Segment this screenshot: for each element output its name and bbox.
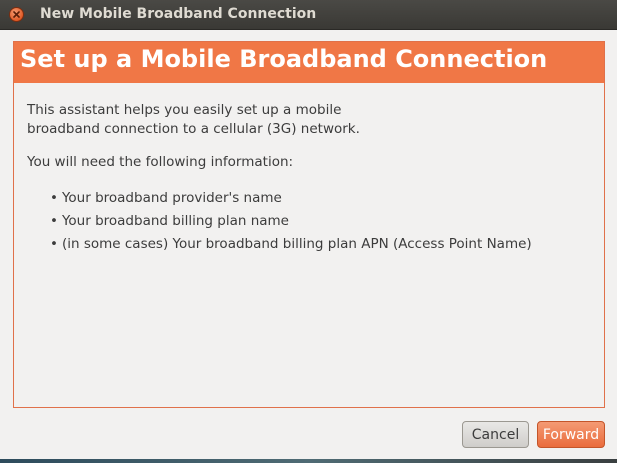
page-title: Set up a Mobile Broadband Connection bbox=[20, 45, 548, 73]
list-item-text: Your broadband provider's name bbox=[61, 190, 282, 206]
info-heading: You will need the following information: bbox=[27, 154, 294, 170]
intro-line-2: broadband connection to a cellular (3G) … bbox=[27, 121, 360, 137]
page-banner: Set up a Mobile Broadband Connection bbox=[14, 42, 604, 83]
list-item-text: Your broadband billing plan name bbox=[61, 213, 289, 229]
bullet-icon: • bbox=[50, 213, 58, 229]
list-item: • (in some cases) Your broadband billing … bbox=[50, 235, 532, 253]
bullet-icon: • bbox=[50, 236, 58, 252]
assistant-page: Set up a Mobile Broadband Connection Thi… bbox=[13, 41, 605, 408]
close-button[interactable] bbox=[9, 7, 24, 22]
close-icon bbox=[13, 11, 20, 18]
window-title: New Mobile Broadband Connection bbox=[40, 6, 317, 22]
bullet-icon: • bbox=[50, 190, 58, 206]
intro-line-1: This assistant helps you easily set up a… bbox=[27, 102, 342, 118]
list-item: • Your broadband billing plan name bbox=[50, 212, 289, 230]
list-item-text: (in some cases) Your broadband billing p… bbox=[61, 236, 532, 252]
desktop-background-strip bbox=[0, 459, 617, 463]
list-item: • Your broadband provider's name bbox=[50, 189, 282, 207]
forward-button[interactable]: Forward bbox=[537, 421, 605, 448]
window-body: Set up a Mobile Broadband Connection Thi… bbox=[0, 30, 617, 463]
window-titlebar: New Mobile Broadband Connection bbox=[0, 0, 617, 30]
cancel-button[interactable]: Cancel bbox=[462, 421, 529, 448]
